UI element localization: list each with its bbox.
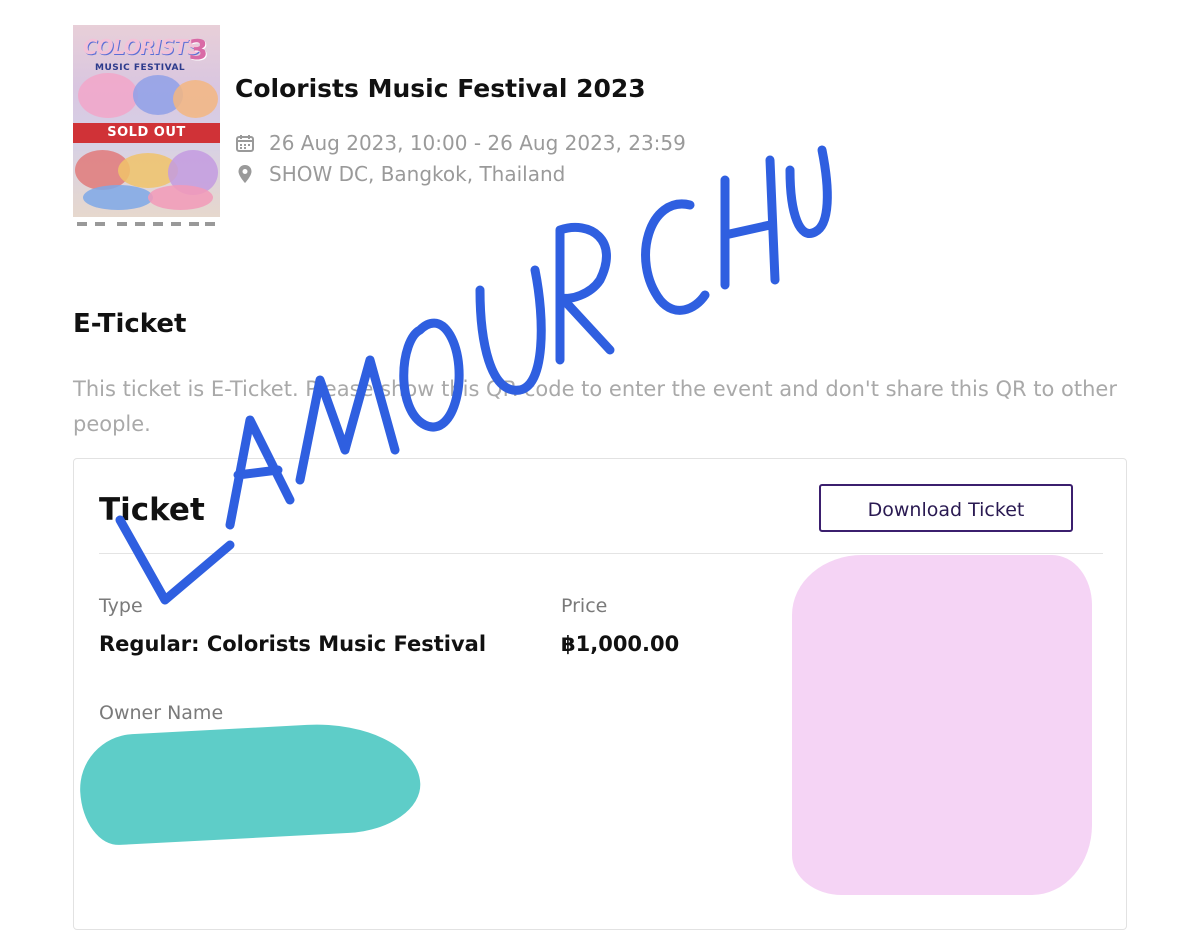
event-datetime-row: 26 Aug 2023, 10:00 - 26 Aug 2023, 23:59 xyxy=(235,131,686,155)
price-label: Price xyxy=(561,595,608,617)
eticket-heading: E-Ticket xyxy=(73,309,187,339)
type-value: Regular: Colorists Music Festival xyxy=(99,632,487,656)
poster-subtitle: MUSIC FESTIVAL xyxy=(95,63,186,73)
calendar-icon xyxy=(235,133,255,153)
event-location: SHOW DC, Bangkok, Thailand xyxy=(269,162,566,186)
eticket-description: This ticket is E-Ticket. Please show thi… xyxy=(73,377,1117,436)
poster-title: COLORISTS xyxy=(83,35,201,59)
ticket-heading: Ticket xyxy=(99,492,205,528)
type-label: Type xyxy=(99,595,143,617)
event-title: Colorists Music Festival 2023 xyxy=(235,74,646,103)
price-value: ฿1,000.00 xyxy=(561,632,680,656)
event-location-row: SHOW DC, Bangkok, Thailand xyxy=(235,162,565,186)
event-datetime: 26 Aug 2023, 10:00 - 26 Aug 2023, 23:59 xyxy=(269,131,686,155)
card-divider xyxy=(99,553,1103,554)
sold-out-badge: SOLD OUT xyxy=(73,123,220,143)
download-ticket-button[interactable]: Download Ticket xyxy=(819,484,1073,532)
event-poster-image: COLORISTS 3 MUSIC FESTIVAL SOLD OUT xyxy=(73,25,220,231)
watermark-letter-c xyxy=(641,199,710,315)
sponsor-logos-strip xyxy=(73,217,220,231)
qr-code-redaction xyxy=(792,555,1092,895)
map-pin-icon xyxy=(235,164,255,184)
watermark-letter-h xyxy=(720,155,780,290)
poster-edition: 3 xyxy=(188,33,208,66)
watermark-letter-u2 xyxy=(785,145,832,238)
watermark-letter-r xyxy=(555,222,615,365)
owner-name-label: Owner Name xyxy=(99,702,224,724)
owner-name-redaction xyxy=(77,719,423,847)
